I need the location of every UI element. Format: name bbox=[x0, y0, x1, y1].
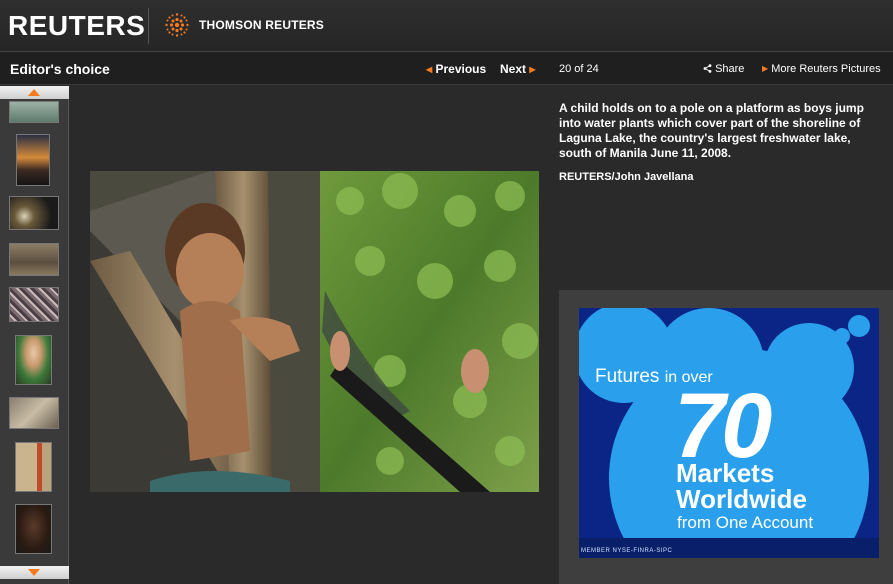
next-button[interactable]: Next ▶ bbox=[500, 62, 536, 76]
ad-disclaimer: MEMBER NYSE-FINRA-SIPC bbox=[581, 548, 673, 554]
triangle-right-icon: ▶ bbox=[762, 64, 769, 73]
next-label: Next bbox=[500, 62, 527, 76]
photo-image bbox=[90, 171, 539, 492]
share-button[interactable]: Share bbox=[703, 63, 744, 75]
thumbnail[interactable] bbox=[9, 287, 59, 322]
thumbnail[interactable] bbox=[9, 196, 59, 230]
share-icon bbox=[703, 64, 712, 73]
section-title: Editor's choice bbox=[10, 61, 110, 77]
more-pictures-label: More Reuters Pictures bbox=[771, 63, 881, 75]
photo-credit: REUTERS/John Javellana bbox=[559, 171, 694, 183]
scroll-down-button[interactable] bbox=[0, 566, 69, 579]
thumbnail[interactable] bbox=[15, 504, 52, 554]
thomson-reuters-logo-icon[interactable] bbox=[163, 11, 191, 39]
ad-tagline: from One Account bbox=[677, 513, 814, 532]
thumbnail[interactable] bbox=[15, 442, 52, 492]
ad-worldwide: Worldwide bbox=[676, 484, 807, 514]
thomson-reuters-wordmark[interactable]: THOMSON REUTERS bbox=[199, 18, 324, 32]
thumbnail[interactable] bbox=[16, 134, 50, 186]
reuters-logo[interactable]: REUTERS bbox=[8, 10, 145, 42]
thumbnail[interactable] bbox=[15, 335, 52, 385]
gallery-toolbar: Editor's choice ◀ Previous Next ▶ 20 of … bbox=[0, 52, 893, 85]
triangle-right-icon: ▶ bbox=[529, 65, 536, 74]
site-header: REUTERS THOMSON REUTERS bbox=[0, 0, 893, 52]
ad-futures: Futures bbox=[595, 366, 660, 387]
previous-label: Previous bbox=[435, 62, 487, 76]
advertisement-banner[interactable]: Futures in over 70 Markets Worldwide fro… bbox=[579, 308, 879, 558]
scroll-up-button[interactable] bbox=[0, 86, 69, 99]
thumbnail[interactable] bbox=[9, 397, 59, 429]
main-photo[interactable] bbox=[90, 171, 539, 492]
previous-button[interactable]: ◀ Previous bbox=[426, 62, 486, 76]
thumbnail-rail bbox=[0, 86, 69, 584]
thumbnail[interactable] bbox=[9, 101, 59, 123]
triangle-left-icon: ◀ bbox=[426, 65, 433, 74]
thumbnail[interactable] bbox=[9, 243, 59, 276]
photo-counter: 20 of 24 bbox=[559, 63, 599, 75]
logo-divider bbox=[148, 8, 149, 44]
more-pictures-link[interactable]: ▶ More Reuters Pictures bbox=[762, 63, 881, 75]
photo-caption: A child holds on to a pole on a platform… bbox=[559, 101, 864, 160]
share-label: Share bbox=[715, 63, 745, 75]
